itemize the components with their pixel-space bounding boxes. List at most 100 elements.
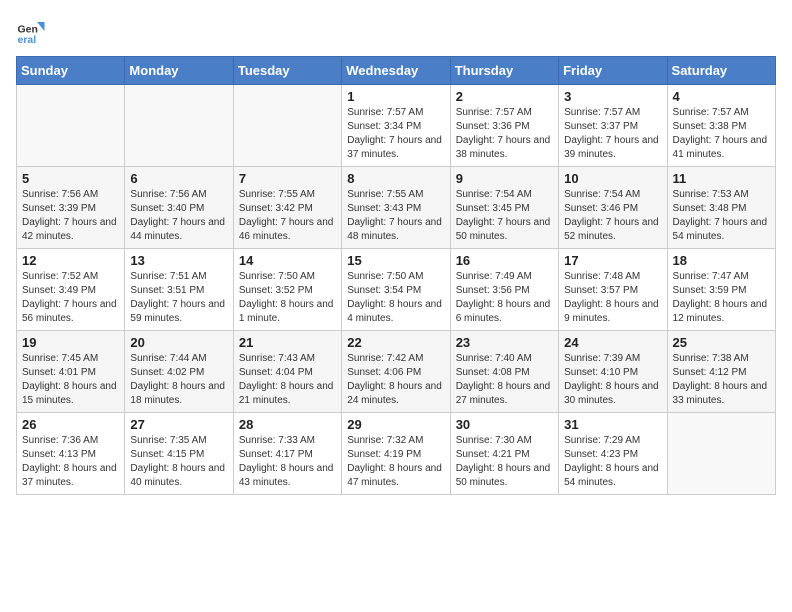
day-info: Sunrise: 7:52 AM Sunset: 3:49 PM Dayligh… xyxy=(22,270,119,326)
calendar-cell: 7 Sunrise: 7:55 AM Sunset: 3:42 PM Daylig… xyxy=(233,167,341,249)
day-info: Sunrise: 7:57 AM Sunset: 3:34 PM Dayligh… xyxy=(347,106,444,162)
day-info: Sunrise: 7:43 AM Sunset: 4:04 PM Dayligh… xyxy=(239,352,336,408)
day-number: 17 xyxy=(564,253,661,268)
calendar-cell: 21 Sunrise: 7:43 AM Sunset: 4:04 PM Dayli… xyxy=(233,331,341,413)
day-number: 16 xyxy=(456,253,553,268)
calendar-cell: 20 Sunrise: 7:44 AM Sunset: 4:02 PM Dayli… xyxy=(125,331,233,413)
calendar-cell: 24Sunrise: 7:39 AM Sunset: 4:10 PM Dayli… xyxy=(559,331,667,413)
calendar-cell: 25 Sunrise: 7:38 AM Sunset: 4:12 PM Dayli… xyxy=(667,331,775,413)
calendar-cell: 4 Sunrise: 7:57 AM Sunset: 3:38 PM Daylig… xyxy=(667,85,775,167)
calendar-cell: 15 Sunrise: 7:50 AM Sunset: 3:54 PM Dayli… xyxy=(342,249,450,331)
day-info: Sunrise: 7:57 AM Sunset: 3:36 PM Dayligh… xyxy=(456,106,553,162)
day-number: 2 xyxy=(456,89,553,104)
day-number: 10 xyxy=(564,171,661,186)
day-number: 18 xyxy=(673,253,770,268)
calendar-cell: 10 Sunrise: 7:54 AM Sunset: 3:46 PM Dayli… xyxy=(559,167,667,249)
logo-icon: Gen eral xyxy=(16,16,46,46)
calendar-cell xyxy=(125,85,233,167)
calendar-cell: 6 Sunrise: 7:56 AM Sunset: 3:40 PM Daylig… xyxy=(125,167,233,249)
calendar-cell: 16 Sunrise: 7:49 AM Sunset: 3:56 PM Dayli… xyxy=(450,249,558,331)
calendar-cell xyxy=(17,85,125,167)
day-info: Sunrise: 7:42 AM Sunset: 4:06 PM Dayligh… xyxy=(347,352,444,408)
header: Gen eral xyxy=(16,16,776,46)
day-info: Sunrise: 7:56 AM Sunset: 3:39 PM Dayligh… xyxy=(22,188,119,244)
calendar: SundayMondayTuesdayWednesdayThursdayFrid… xyxy=(16,56,776,495)
calendar-cell: 3 Sunrise: 7:57 AM Sunset: 3:37 PM Daylig… xyxy=(559,85,667,167)
calendar-cell xyxy=(667,413,775,495)
day-number: 6 xyxy=(130,171,227,186)
day-number: 29 xyxy=(347,417,444,432)
day-info: Sunrise: 7:50 AM Sunset: 3:54 PM Dayligh… xyxy=(347,270,444,326)
day-info: Sunrise: 7:39 AM Sunset: 4:10 PM Dayligh… xyxy=(564,352,661,408)
weekday-header-friday: Friday xyxy=(559,57,667,85)
calendar-cell: 12 Sunrise: 7:52 AM Sunset: 3:49 PM Dayli… xyxy=(17,249,125,331)
day-number: 21 xyxy=(239,335,336,350)
calendar-cell xyxy=(233,85,341,167)
calendar-cell: 2 Sunrise: 7:57 AM Sunset: 3:36 PM Daylig… xyxy=(450,85,558,167)
day-number: 30 xyxy=(456,417,553,432)
calendar-cell: 26 Sunrise: 7:36 AM Sunset: 4:13 PM Dayli… xyxy=(17,413,125,495)
day-number: 7 xyxy=(239,171,336,186)
day-number: 5 xyxy=(22,171,119,186)
calendar-week-4: 19 Sunrise: 7:45 AM Sunset: 4:01 PM Dayli… xyxy=(17,331,776,413)
calendar-cell: 22 Sunrise: 7:42 AM Sunset: 4:06 PM Dayli… xyxy=(342,331,450,413)
calendar-cell: 8 Sunrise: 7:55 AM Sunset: 3:43 PM Daylig… xyxy=(342,167,450,249)
day-number: 14 xyxy=(239,253,336,268)
weekday-header-tuesday: Tuesday xyxy=(233,57,341,85)
day-number: 19 xyxy=(22,335,119,350)
day-number: 3 xyxy=(564,89,661,104)
day-info: Sunrise: 7:55 AM Sunset: 3:43 PM Dayligh… xyxy=(347,188,444,244)
day-info: Sunrise: 7:48 AM Sunset: 3:57 PM Dayligh… xyxy=(564,270,661,326)
day-number: 28 xyxy=(239,417,336,432)
calendar-cell: 28 Sunrise: 7:33 AM Sunset: 4:17 PM Dayli… xyxy=(233,413,341,495)
weekday-header-monday: Monday xyxy=(125,57,233,85)
day-number: 25 xyxy=(673,335,770,350)
day-info: Sunrise: 7:55 AM Sunset: 3:42 PM Dayligh… xyxy=(239,188,336,244)
calendar-cell: 17 Sunrise: 7:48 AM Sunset: 3:57 PM Dayli… xyxy=(559,249,667,331)
calendar-cell: 29 Sunrise: 7:32 AM Sunset: 4:19 PM Dayli… xyxy=(342,413,450,495)
calendar-week-5: 26 Sunrise: 7:36 AM Sunset: 4:13 PM Dayli… xyxy=(17,413,776,495)
day-info: Sunrise: 7:44 AM Sunset: 4:02 PM Dayligh… xyxy=(130,352,227,408)
day-number: 20 xyxy=(130,335,227,350)
weekday-header-sunday: Sunday xyxy=(17,57,125,85)
day-info: Sunrise: 7:47 AM Sunset: 3:59 PM Dayligh… xyxy=(673,270,770,326)
day-info: Sunrise: 7:50 AM Sunset: 3:52 PM Dayligh… xyxy=(239,270,336,326)
day-number: 22 xyxy=(347,335,444,350)
day-info: Sunrise: 7:57 AM Sunset: 3:38 PM Dayligh… xyxy=(673,106,770,162)
calendar-cell: 9Sunrise: 7:54 AM Sunset: 3:45 PM Daylig… xyxy=(450,167,558,249)
calendar-cell: 27Sunrise: 7:35 AM Sunset: 4:15 PM Dayli… xyxy=(125,413,233,495)
day-info: Sunrise: 7:29 AM Sunset: 4:23 PM Dayligh… xyxy=(564,434,661,490)
day-info: Sunrise: 7:56 AM Sunset: 3:40 PM Dayligh… xyxy=(130,188,227,244)
day-number: 26 xyxy=(22,417,119,432)
calendar-week-2: 5 Sunrise: 7:56 AM Sunset: 3:39 PM Daylig… xyxy=(17,167,776,249)
calendar-week-3: 12 Sunrise: 7:52 AM Sunset: 3:49 PM Dayli… xyxy=(17,249,776,331)
day-info: Sunrise: 7:36 AM Sunset: 4:13 PM Dayligh… xyxy=(22,434,119,490)
calendar-cell: 30Sunrise: 7:30 AM Sunset: 4:21 PM Dayli… xyxy=(450,413,558,495)
day-number: 12 xyxy=(22,253,119,268)
calendar-week-1: 1Sunrise: 7:57 AM Sunset: 3:34 PM Daylig… xyxy=(17,85,776,167)
day-number: 8 xyxy=(347,171,444,186)
svg-text:eral: eral xyxy=(18,34,37,46)
day-info: Sunrise: 7:33 AM Sunset: 4:17 PM Dayligh… xyxy=(239,434,336,490)
day-info: Sunrise: 7:54 AM Sunset: 3:45 PM Dayligh… xyxy=(456,188,553,244)
day-info: Sunrise: 7:53 AM Sunset: 3:48 PM Dayligh… xyxy=(673,188,770,244)
day-info: Sunrise: 7:38 AM Sunset: 4:12 PM Dayligh… xyxy=(673,352,770,408)
day-info: Sunrise: 7:40 AM Sunset: 4:08 PM Dayligh… xyxy=(456,352,553,408)
calendar-cell: 18 Sunrise: 7:47 AM Sunset: 3:59 PM Dayli… xyxy=(667,249,775,331)
day-number: 13 xyxy=(130,253,227,268)
calendar-cell: 31 Sunrise: 7:29 AM Sunset: 4:23 PM Dayli… xyxy=(559,413,667,495)
day-number: 27 xyxy=(130,417,227,432)
calendar-cell: 5 Sunrise: 7:56 AM Sunset: 3:39 PM Daylig… xyxy=(17,167,125,249)
day-info: Sunrise: 7:57 AM Sunset: 3:37 PM Dayligh… xyxy=(564,106,661,162)
day-number: 31 xyxy=(564,417,661,432)
calendar-cell: 14 Sunrise: 7:50 AM Sunset: 3:52 PM Dayli… xyxy=(233,249,341,331)
logo: Gen eral xyxy=(16,16,50,46)
day-info: Sunrise: 7:54 AM Sunset: 3:46 PM Dayligh… xyxy=(564,188,661,244)
day-info: Sunrise: 7:32 AM Sunset: 4:19 PM Dayligh… xyxy=(347,434,444,490)
day-number: 4 xyxy=(673,89,770,104)
day-info: Sunrise: 7:51 AM Sunset: 3:51 PM Dayligh… xyxy=(130,270,227,326)
calendar-cell: 1Sunrise: 7:57 AM Sunset: 3:34 PM Daylig… xyxy=(342,85,450,167)
day-info: Sunrise: 7:45 AM Sunset: 4:01 PM Dayligh… xyxy=(22,352,119,408)
day-info: Sunrise: 7:49 AM Sunset: 3:56 PM Dayligh… xyxy=(456,270,553,326)
day-number: 15 xyxy=(347,253,444,268)
